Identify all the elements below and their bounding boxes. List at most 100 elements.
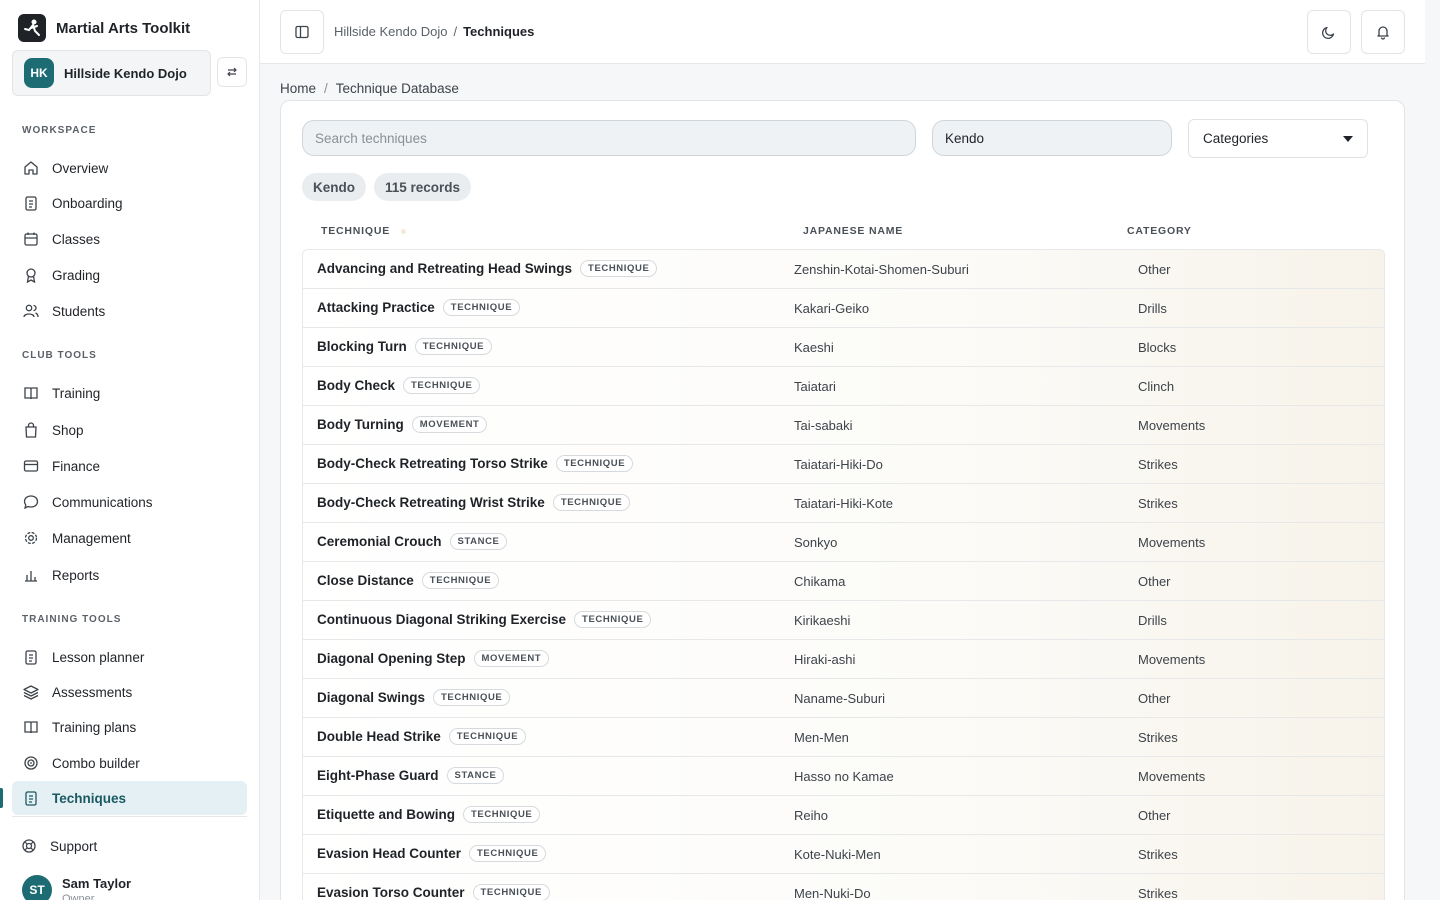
technique-type-badge: TECHNIQUE bbox=[574, 611, 652, 628]
sidebar-divider bbox=[12, 816, 247, 817]
table-row[interactable]: Body Turning MOVEMENT Tai-sabaki Movements bbox=[303, 406, 1384, 445]
technique-name[interactable]: Ceremonial Crouch bbox=[317, 534, 442, 549]
japanese-name-cell: Taiatari-Hiki-Kote bbox=[794, 496, 893, 511]
brand[interactable]: Martial Arts Toolkit bbox=[18, 14, 190, 42]
sidebar-item-students[interactable]: Students bbox=[12, 294, 247, 328]
technique-name[interactable]: Attacking Practice bbox=[317, 300, 435, 315]
technique-name[interactable]: Diagonal Opening Step bbox=[317, 651, 466, 666]
technique-name[interactable]: Body-Check Retreating Torso Strike bbox=[317, 456, 548, 471]
table-row[interactable]: Attacking Practice TECHNIQUE Kakari-Geiko D… bbox=[303, 289, 1384, 328]
sidebar-item-finance[interactable]: Finance bbox=[12, 449, 247, 483]
column-header-category[interactable]: CATEGORY bbox=[1127, 225, 1192, 237]
technique-name[interactable]: Close Distance bbox=[317, 573, 414, 588]
sidebar-item-management[interactable]: Management bbox=[12, 521, 247, 555]
sidebar-item-assessments[interactable]: Assessments bbox=[12, 675, 247, 709]
technique-name[interactable]: Continuous Diagonal Striking Exercise bbox=[317, 612, 566, 627]
technique-name[interactable]: Double Head Strike bbox=[317, 729, 441, 744]
table-row[interactable]: Close Distance TECHNIQUE Chikama Other bbox=[303, 562, 1384, 601]
sidebar-item-lesson-planner[interactable]: Lesson planner bbox=[12, 640, 247, 674]
club-selector[interactable]: HK Hillside Kendo Dojo bbox=[12, 50, 211, 96]
technique-name[interactable]: Evasion Head Counter bbox=[317, 846, 461, 861]
toggle-sidebar-button[interactable] bbox=[280, 10, 324, 54]
sidebar-item-shop[interactable]: Shop bbox=[12, 413, 247, 447]
breadcrumb-current: Techniques bbox=[463, 24, 535, 39]
style-filter-input[interactable] bbox=[932, 120, 1172, 156]
technique-name[interactable]: Etiquette and Bowing bbox=[317, 807, 455, 822]
sidebar-item-techniques[interactable]: Techniques bbox=[12, 781, 247, 815]
notifications-button[interactable] bbox=[1361, 10, 1405, 54]
technique-name[interactable]: Body-Check Retreating Wrist Strike bbox=[317, 495, 545, 510]
sidebar-item-combo-builder[interactable]: Combo builder bbox=[12, 746, 247, 780]
table-row[interactable]: Etiquette and Bowing TECHNIQUE Reiho Other bbox=[303, 796, 1384, 835]
category-cell: Other bbox=[1138, 574, 1171, 589]
technique-database-card: Categories Kendo 115 records TECHNIQUE J… bbox=[280, 100, 1405, 900]
table-row[interactable]: Evasion Torso Counter TECHNIQUE Men-Nuki-D… bbox=[303, 874, 1384, 900]
sidebar-item-label: Classes bbox=[52, 231, 101, 247]
chat-icon bbox=[23, 495, 39, 510]
sidebar-item-label: Onboarding bbox=[52, 195, 123, 211]
table-row[interactable]: Body-Check Retreating Wrist Strike TECHNI… bbox=[303, 484, 1384, 523]
technique-name[interactable]: Diagonal Swings bbox=[317, 690, 425, 705]
breadcrumb-home[interactable]: Home bbox=[280, 81, 316, 96]
table-row[interactable]: Evasion Head Counter TECHNIQUE Kote-Nuki-M… bbox=[303, 835, 1384, 874]
technique-name[interactable]: Body Check bbox=[317, 378, 395, 393]
sidebar-item-grading[interactable]: Grading bbox=[12, 258, 247, 292]
category-cell: Other bbox=[1138, 691, 1171, 706]
technique-name[interactable]: Body Turning bbox=[317, 417, 404, 432]
sidebar-item-label: Communications bbox=[52, 494, 153, 510]
category-cell: Other bbox=[1138, 808, 1171, 823]
sidebar-item-onboarding[interactable]: Onboarding bbox=[12, 186, 247, 220]
technique-name[interactable]: Eight-Phase Guard bbox=[317, 768, 439, 783]
technique-type-badge: TECHNIQUE bbox=[403, 377, 481, 394]
sidebar-item-classes[interactable]: Classes bbox=[12, 222, 247, 256]
theme-toggle-button[interactable] bbox=[1307, 10, 1351, 54]
sort-indicator-icon bbox=[401, 229, 406, 234]
categories-select[interactable]: Categories bbox=[1188, 119, 1368, 158]
column-header-japanese-name[interactable]: JAPANESE NAME bbox=[803, 225, 903, 237]
sidebar-item-reports[interactable]: Reports bbox=[12, 558, 247, 592]
chevron-down-icon bbox=[1343, 136, 1353, 142]
sidebar-item-label: Techniques bbox=[52, 790, 127, 806]
nav-heading-training-tools: TRAINING TOOLS bbox=[22, 614, 122, 625]
table-row[interactable]: Body Check TECHNIQUE Taiatari Clinch bbox=[303, 367, 1384, 406]
target-icon bbox=[24, 756, 38, 770]
table-row[interactable]: Diagonal Swings TECHNIQUE Naname-Suburi Oth… bbox=[303, 679, 1384, 718]
table-row[interactable]: Continuous Diagonal Striking Exercise TEC… bbox=[303, 601, 1384, 640]
japanese-name-cell: Tai-sabaki bbox=[794, 418, 853, 433]
technique-name[interactable]: Advancing and Retreating Head Swings bbox=[317, 261, 572, 276]
sidebar-item-overview[interactable]: Overview bbox=[12, 151, 247, 185]
switch-club-button[interactable] bbox=[217, 57, 247, 87]
column-header-technique[interactable]: TECHNIQUE bbox=[321, 225, 390, 237]
bar-chart-icon bbox=[25, 571, 37, 582]
technique-name[interactable]: Evasion Torso Counter bbox=[317, 885, 465, 900]
sidebar-item-label: Students bbox=[52, 303, 106, 319]
sidebar-item-label: Assessments bbox=[52, 684, 133, 700]
technique-type-badge: TECHNIQUE bbox=[463, 806, 541, 823]
table-row[interactable]: Eight-Phase Guard STANCE Hasso no Kamae Mov… bbox=[303, 757, 1384, 796]
category-cell: Drills bbox=[1138, 301, 1167, 316]
table-row[interactable]: Double Head Strike TECHNIQUE Men-Men Strike… bbox=[303, 718, 1384, 757]
sidebar-item-training[interactable]: Training bbox=[12, 376, 247, 410]
table-row[interactable]: Diagonal Opening Step MOVEMENT Hiraki-ashi… bbox=[303, 640, 1384, 679]
table-row[interactable]: Blocking Turn TECHNIQUE Kaeshi Blocks bbox=[303, 328, 1384, 367]
technique-type-badge: MOVEMENT bbox=[473, 650, 550, 667]
sidebar-item-communications[interactable]: Communications bbox=[12, 485, 247, 519]
club-name: Hillside Kendo Dojo bbox=[64, 65, 187, 81]
sidebar: Martial Arts Toolkit HK Hillside Kendo D… bbox=[0, 0, 260, 900]
user-menu[interactable]: ST Sam Taylor Owner bbox=[22, 875, 131, 900]
breadcrumb-club[interactable]: Hillside Kendo Dojo bbox=[334, 24, 447, 39]
user-name: Sam Taylor bbox=[62, 876, 132, 891]
technique-cell: Blocking Turn TECHNIQUE bbox=[317, 338, 493, 355]
categories-select-label: Categories bbox=[1203, 131, 1269, 146]
technique-type-badge: TECHNIQUE bbox=[442, 299, 521, 316]
sidebar-item-training-plans[interactable]: Training plans bbox=[12, 710, 247, 744]
calendar-icon bbox=[24, 232, 38, 246]
search-input[interactable] bbox=[302, 120, 916, 156]
table-row[interactable]: Advancing and Retreating Head Swings TECH… bbox=[303, 250, 1384, 289]
technique-name[interactable]: Blocking Turn bbox=[317, 339, 407, 354]
table-row[interactable]: Body-Check Retreating Torso Strike TECHNI… bbox=[303, 445, 1384, 484]
category-cell: Movements bbox=[1138, 769, 1206, 784]
technique-cell: Etiquette and Bowing TECHNIQUE bbox=[317, 806, 541, 823]
sidebar-item-support[interactable]: Support bbox=[10, 829, 245, 863]
table-row[interactable]: Ceremonial Crouch STANCE Sonkyo Movements bbox=[303, 523, 1384, 562]
